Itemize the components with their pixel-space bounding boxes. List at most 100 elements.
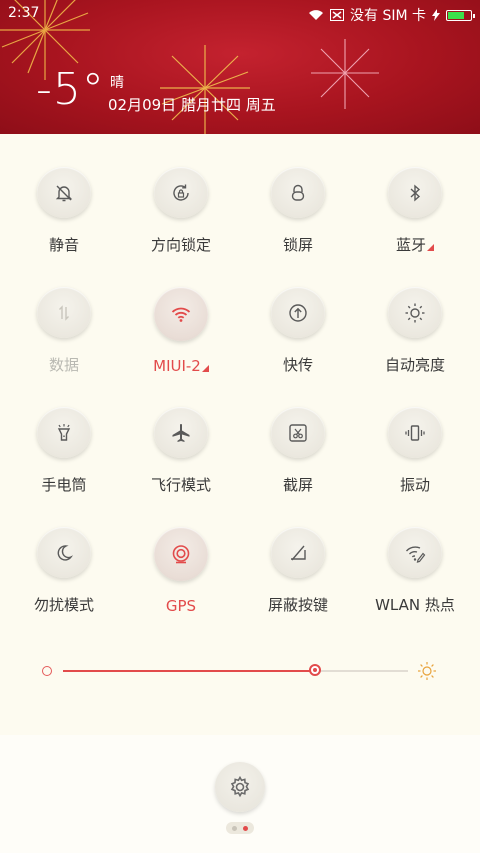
transfer-icon xyxy=(286,301,310,325)
toggle-label: 方向锁定 xyxy=(151,234,211,255)
toggle-bell-off[interactable]: 静音 xyxy=(5,135,123,255)
firework-decoration xyxy=(311,39,379,109)
auto-brightness-icon xyxy=(403,301,427,325)
toggle-moon[interactable]: 勿扰模式 xyxy=(5,495,123,615)
brightness-thumb[interactable] xyxy=(308,664,321,676)
toggle-label-text: MIUI-2 xyxy=(153,357,201,375)
toggle-label: 截屏 xyxy=(283,474,313,495)
toggle-label-text: 飞行模式 xyxy=(150,476,211,494)
toggle-label: 静音 xyxy=(49,234,79,255)
toggle-flashlight[interactable]: 手电筒 xyxy=(5,375,123,495)
gps-icon xyxy=(169,542,193,566)
toggle-label: 锁屏 xyxy=(283,234,313,255)
settings-button[interactable] xyxy=(215,762,265,812)
toggle-airplane[interactable]: 飞行模式 xyxy=(122,375,240,495)
toggle-screenshot[interactable]: 截屏 xyxy=(239,375,357,495)
rotation-lock-icon xyxy=(169,181,193,205)
vibrate-icon xyxy=(403,421,427,445)
toggle-hotspot[interactable]: WLAN 热点 xyxy=(356,495,474,615)
toggle-label: 手电筒 xyxy=(41,474,86,495)
toggle-button[interactable] xyxy=(271,407,325,458)
no-sim-icon xyxy=(330,9,344,21)
brightness-slider[interactable] xyxy=(63,664,408,676)
toggle-label: 勿扰模式 xyxy=(34,594,94,615)
toggle-vibrate[interactable]: 振动 xyxy=(356,375,474,495)
toggle-button[interactable] xyxy=(37,167,91,218)
toggle-label: 屏蔽按键 xyxy=(268,594,328,615)
toggle-wifi[interactable]: MIUI-2 xyxy=(122,255,240,375)
toggle-label-text: 自动亮度 xyxy=(384,356,445,374)
hotspot-icon xyxy=(403,541,427,565)
block-keys-icon xyxy=(286,541,310,565)
toggle-label-text: 手电筒 xyxy=(41,476,87,494)
toggle-label-text: 截屏 xyxy=(282,476,313,494)
toggle-button[interactable] xyxy=(388,407,442,458)
submenu-indicator-icon xyxy=(201,365,209,372)
gear-icon xyxy=(230,775,250,798)
toggle-lock[interactable]: 锁屏 xyxy=(239,135,357,255)
data-arrows-icon xyxy=(52,301,76,325)
toggle-label-text: 屏蔽按键 xyxy=(267,596,328,614)
toggle-button[interactable] xyxy=(271,527,325,578)
toggle-label-text: 蓝牙 xyxy=(395,236,426,254)
toggle-button[interactable] xyxy=(154,407,208,458)
toggle-label-text: 方向锁定 xyxy=(150,236,211,254)
toggle-label: GPS xyxy=(166,597,196,615)
wifi-icon xyxy=(169,302,193,326)
toggle-auto-brightness[interactable]: 自动亮度 xyxy=(356,255,474,375)
toggle-label: 自动亮度 xyxy=(385,354,445,375)
toggle-label-text: GPS xyxy=(165,597,197,615)
toggle-gps[interactable]: GPS xyxy=(122,495,240,615)
toggle-label-text: 振动 xyxy=(399,476,430,494)
toggle-label-text: WLAN 热点 xyxy=(375,596,455,614)
toggle-label: WLAN 热点 xyxy=(375,594,455,615)
submenu-indicator-icon xyxy=(427,244,434,251)
status-time: 2:37 xyxy=(8,5,40,21)
toggle-label-text: 快传 xyxy=(282,356,313,374)
toggle-button[interactable] xyxy=(154,527,208,581)
toggle-button[interactable] xyxy=(37,527,91,578)
bell-off-icon xyxy=(52,181,76,205)
page-dot xyxy=(232,825,237,831)
toggle-button[interactable] xyxy=(154,167,208,218)
brightness-max-icon xyxy=(418,662,436,680)
toggle-label: 蓝牙 xyxy=(396,234,434,255)
toggle-button[interactable] xyxy=(154,287,208,341)
weather-header: 2:37 没有 SIM 卡 -5° 晴 02月09日 腊月廿四 周五 xyxy=(0,0,480,134)
charging-icon xyxy=(432,9,440,21)
status-bar: 2:37 没有 SIM 卡 xyxy=(0,0,480,28)
firework-decoration xyxy=(160,45,250,134)
toggle-data-arrows[interactable]: 数据 xyxy=(5,255,123,375)
toggle-label: MIUI-2 xyxy=(153,357,209,375)
toggle-label: 数据 xyxy=(49,354,79,375)
toggle-button[interactable] xyxy=(271,287,325,338)
toggle-label: 快传 xyxy=(283,354,313,375)
toggle-rotation-lock[interactable]: 方向锁定 xyxy=(122,135,240,255)
toggle-button[interactable] xyxy=(37,407,91,458)
temperature: -5° xyxy=(36,64,105,115)
battery-icon xyxy=(446,9,475,21)
carrier-text: 没有 SIM 卡 xyxy=(350,8,426,24)
toggle-button[interactable] xyxy=(388,167,442,218)
weather-condition: 晴 xyxy=(110,75,124,91)
toggle-label: 振动 xyxy=(400,474,430,495)
toggle-label-text: 勿扰模式 xyxy=(33,596,94,614)
toggle-button[interactable] xyxy=(388,287,442,338)
moon-icon xyxy=(52,541,76,565)
bluetooth-icon xyxy=(403,181,427,205)
toggle-block-keys[interactable]: 屏蔽按键 xyxy=(239,495,357,615)
screenshot-icon xyxy=(286,421,310,445)
toggle-button[interactable] xyxy=(388,527,442,578)
toggle-button[interactable] xyxy=(37,287,91,338)
toggle-label: 飞行模式 xyxy=(151,474,211,495)
toggle-label-text: 数据 xyxy=(48,356,79,374)
flashlight-icon xyxy=(52,421,76,445)
airplane-icon xyxy=(169,421,193,445)
page-dot-active xyxy=(243,825,248,831)
lock-icon xyxy=(286,181,310,205)
page-indicator xyxy=(226,822,254,834)
date-text: 02月09日 腊月廿四 周五 xyxy=(108,96,276,114)
toggle-button[interactable] xyxy=(271,167,325,218)
toggle-transfer[interactable]: 快传 xyxy=(239,255,357,375)
toggle-bluetooth[interactable]: 蓝牙 xyxy=(356,135,474,255)
